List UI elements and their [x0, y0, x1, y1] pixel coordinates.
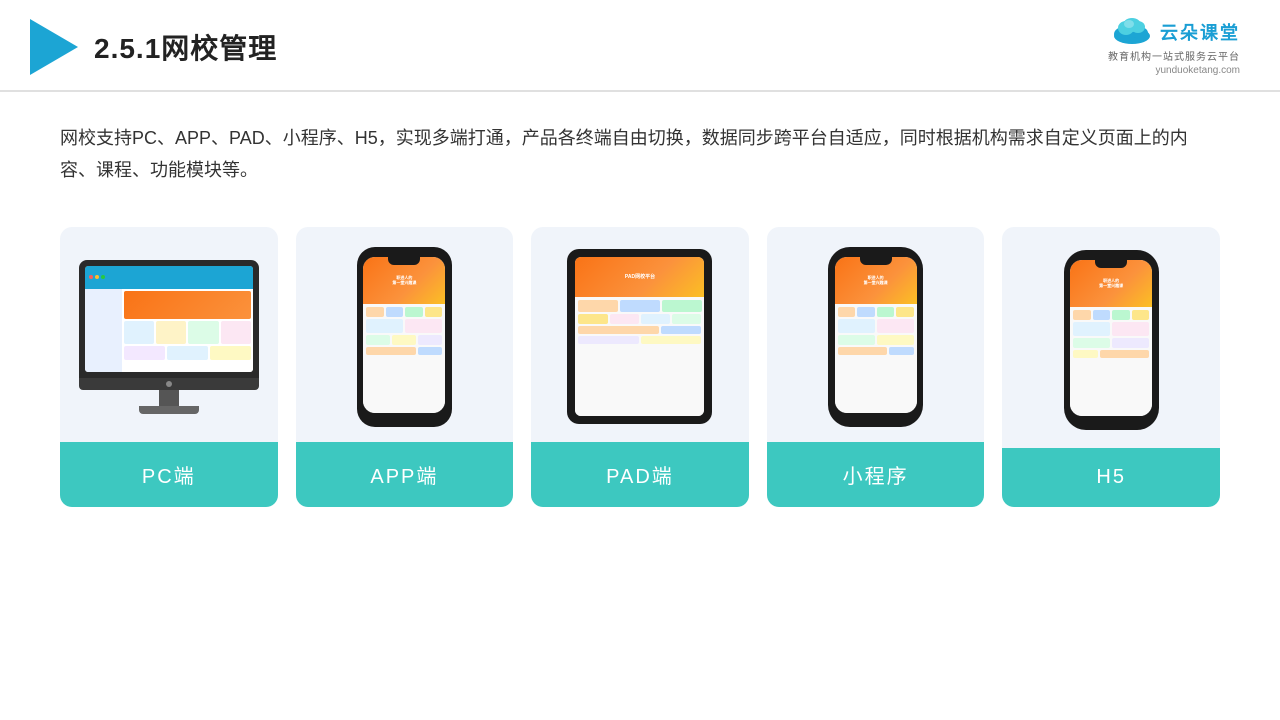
description-paragraph: 网校支持PC、APP、PAD、小程序、H5，实现多端打通，产品各终端自由切换，数…	[60, 122, 1220, 187]
header-left: 2.5.1网校管理	[30, 19, 277, 75]
card-app-label: APP端	[296, 442, 514, 507]
card-h5-image: 职进人的第一堂兴趣课	[1002, 227, 1220, 448]
brand-url: yunduoketang.com	[1155, 65, 1240, 76]
phone-miniprogram-icon: 职进人的第一堂兴趣课	[828, 247, 923, 427]
brand-tagline: 教育机构一站式服务云平台	[1108, 48, 1240, 63]
cards-container: PC端 职进人的第一堂兴趣课	[0, 207, 1280, 537]
brand-name: 云朵课堂	[1160, 19, 1240, 45]
brand-logo: 云朵课堂 教育机构一站式服务云平台 yunduoketang.com	[1108, 18, 1240, 76]
card-miniprogram: 职进人的第一堂兴趣课	[767, 227, 985, 507]
card-app-image: 职进人的第一堂兴趣课	[296, 227, 514, 442]
card-miniprogram-label: 小程序	[767, 442, 985, 507]
page-header: 2.5.1网校管理 云朵课堂 教育机构一站式服务云平台 yunduoketang…	[0, 0, 1280, 92]
pc-monitor-icon	[79, 260, 259, 414]
description-text: 网校支持PC、APP、PAD、小程序、H5，实现多端打通，产品各终端自由切换，数…	[0, 92, 1280, 207]
page-title: 2.5.1网校管理	[94, 27, 277, 67]
tablet-pad-icon: PAD网校平台	[567, 249, 712, 424]
card-pc-image	[60, 227, 278, 442]
brand-logo-top: 云朵课堂	[1110, 18, 1240, 46]
cloud-icon	[1110, 18, 1154, 46]
card-pad: PAD网校平台	[531, 227, 749, 507]
phone-h5-icon: 职进人的第一堂兴趣课	[1064, 250, 1159, 430]
card-app: 职进人的第一堂兴趣课	[296, 227, 514, 507]
phone-app-icon: 职进人的第一堂兴趣课	[357, 247, 452, 427]
card-h5: 职进人的第一堂兴趣课	[1002, 227, 1220, 507]
card-pad-label: PAD端	[531, 442, 749, 507]
card-pc-label: PC端	[60, 442, 278, 507]
card-pc: PC端	[60, 227, 278, 507]
card-h5-label: H5	[1002, 448, 1220, 507]
card-miniprogram-image: 职进人的第一堂兴趣课	[767, 227, 985, 442]
logo-triangle-icon	[30, 19, 78, 75]
card-pad-image: PAD网校平台	[531, 227, 749, 442]
